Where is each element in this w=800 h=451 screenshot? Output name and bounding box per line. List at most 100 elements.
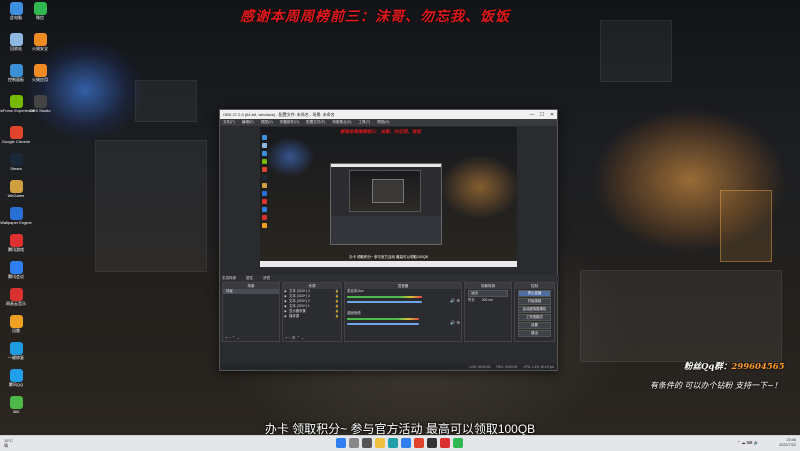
control-button[interactable]: 停止直播 (518, 290, 551, 297)
status-item: CPU: 1.5%, 60.00 fps (523, 365, 554, 369)
weather-widget[interactable]: 19°C 晴 (4, 438, 13, 448)
control-button[interactable]: 退出 (518, 330, 551, 337)
volume-meter (347, 296, 423, 298)
app-icon (33, 33, 47, 46)
no-source-label: 未选择源 (222, 276, 236, 280)
taskbar-app-explorer-icon[interactable] (375, 438, 385, 448)
preview-taskbar (260, 261, 517, 267)
desktop-icon[interactable]: OBS Studio (25, 95, 55, 123)
obs-menu-item[interactable]: 文件(F) (223, 120, 235, 125)
control-button[interactable]: 工作室模式 (518, 314, 551, 321)
obs-title-bar[interactable]: OBS 27.2.4 (64-bit, windows) - 配置文件: 未命名… (220, 110, 557, 119)
duration-input[interactable]: 300 ms (482, 298, 493, 302)
desktop-icon-label: 网易云音乐 (6, 301, 26, 306)
preview-nested-docks (331, 216, 441, 244)
status-item: LIVE: 00:00:00 (469, 365, 491, 369)
taskbar-app-wechat-icon[interactable] (453, 438, 463, 448)
desktop-icon[interactable]: Steam (1, 153, 31, 181)
maximize-icon[interactable]: ☐ (537, 110, 547, 119)
desktop-icon-label: 一键修复 (8, 355, 24, 360)
taskbar-app-netease-icon[interactable] (440, 438, 450, 448)
scene-item[interactable]: 场景 (223, 289, 279, 294)
filters-button[interactable]: 滤镜 (263, 276, 270, 281)
control-button[interactable]: 设置 (518, 322, 551, 329)
wallpaper-stairs (580, 270, 782, 362)
transition-duration-row: 时长 300 ms (465, 298, 511, 303)
obs-menu-item[interactable]: 停靠部件(D) (280, 120, 299, 125)
speaker-icon[interactable]: 🔊 (450, 320, 455, 325)
obs-title-text: OBS 27.2.4 (64-bit, windows) - 配置文件: 未命名… (223, 111, 335, 117)
obs-menu-item[interactable]: 工具(T) (358, 120, 370, 125)
obs-menu-item[interactable]: 视图(V) (261, 120, 273, 125)
desktop-icon-label: Google Chrome (1, 139, 31, 144)
source-add-remove-icons[interactable]: + − ⚙ ⌃ ⌄ (285, 335, 304, 340)
scene-add-remove-icons[interactable]: + − ⌃ ⌄ (225, 335, 240, 340)
preview-nested-obs-window (330, 163, 442, 245)
scenes-dock: 场景 场景 + − ⌃ ⌄ (222, 282, 280, 342)
desktop-icon[interactable]: 一键修复 (1, 342, 31, 370)
desktop-icon[interactable]: 腾讯游戏 (1, 234, 31, 262)
source-name: 媒体源 (289, 314, 300, 318)
desktop-icon[interactable]: Wallpaper Engine (0, 207, 32, 235)
obs-docks: 场景 场景 + − ⌃ ⌄ 来源 ◉ 文本 (GDI+) 4 🔒 ◉ 文本 (GDI+)… (220, 282, 557, 342)
desktop-icon-label: 腾讯游戏 (8, 247, 24, 252)
transition-type-select[interactable]: 淡出 (468, 290, 508, 297)
app-icon (9, 288, 23, 301)
desktop-icon[interactable]: 火绒安全 (25, 33, 55, 61)
speaker-icon[interactable]: 🔊 (450, 298, 455, 303)
obs-status-bar: LIVE: 00:00:00 REC: 00:00:00 CPU: 1.5%, 60… (220, 364, 557, 370)
gear-icon[interactable]: ⚙ (456, 298, 460, 303)
app-icon (9, 207, 23, 220)
lock-icon[interactable]: 🔒 (335, 314, 339, 319)
taskbar-app-store-icon[interactable] (401, 438, 411, 448)
desktop-icon[interactable]: 火绒应用 (25, 64, 55, 92)
app-icon (9, 33, 23, 46)
desktop-icon-label: 控制面板 (8, 77, 24, 82)
taskbar-app-chrome-icon[interactable] (414, 438, 424, 448)
gear-icon[interactable]: ⚙ (456, 320, 460, 325)
taskbar-app-search-icon[interactable] (349, 438, 359, 448)
properties-button[interactable]: 属性 (246, 276, 253, 281)
top-banner-text: 感谢本周周榜前三：沫哥、勿忘我、饭饭 (240, 9, 510, 25)
desktop-icon[interactable]: 腾讯会议 (1, 261, 31, 289)
obs-preview-canvas[interactable]: 感谢本周周榜前三：沫哥、勿忘我、饭饭 办卡 领取积分~ 参与官方活动 最高可以领… (260, 127, 517, 267)
control-button[interactable]: 开始录制 (518, 298, 551, 305)
app-icon (9, 126, 23, 139)
volume-slider[interactable] (347, 301, 423, 303)
close-icon[interactable]: ✕ (547, 110, 557, 119)
taskbar-app-obs-icon[interactable] (427, 438, 437, 448)
eye-icon[interactable]: ◉ (284, 314, 287, 319)
desktop-icon-label: 腾讯会议 (8, 274, 24, 279)
windows-taskbar: 19°C 晴 ⌃ ☁ ⌨ 🔊 20:46 2022/7/22 (0, 435, 800, 451)
obs-menu-item[interactable]: 配置文件(P) (306, 120, 325, 125)
system-tray-icons[interactable]: ⌃ ☁ ⌨ 🔊 (737, 440, 758, 445)
obs-menu-item[interactable]: 场景集合(S) (332, 120, 351, 125)
desktop-icon[interactable]: Google Chrome (1, 126, 31, 154)
source-item[interactable]: ◉ 媒体源 🔒 (283, 314, 341, 319)
app-icon (9, 153, 23, 166)
minimize-icon[interactable]: — (527, 110, 537, 119)
control-button[interactable]: 启动虚拟摄像机 (518, 306, 551, 313)
fan-note-text: 有条件的 可以办个钻粉 支持一下~！ (650, 381, 782, 390)
mixer-track-name: 桌面音频 (347, 311, 361, 315)
desktop-icon[interactable]: 腾讯QQ (1, 369, 31, 397)
obs-menu-item[interactable]: 编辑(E) (242, 120, 254, 125)
taskbar-app-start-icon[interactable] (336, 438, 346, 448)
obs-menu-item[interactable]: 帮助(H) (377, 120, 389, 125)
clock-date: 2022/7/22 (779, 443, 796, 447)
taskbar-app-task-view-icon[interactable] (362, 438, 372, 448)
obs-window[interactable]: OBS 27.2.4 (64-bit, windows) - 配置文件: 未命名… (219, 109, 559, 371)
volume-slider[interactable] (347, 323, 419, 325)
app-icon (33, 64, 47, 77)
taskbar-app-edge-icon[interactable] (388, 438, 398, 448)
desktop-icon[interactable]: 微信 (25, 2, 55, 30)
clock[interactable]: 20:46 2022/7/22 (779, 438, 796, 448)
desktop-icon[interactable]: 迅雷 (1, 315, 31, 343)
app-icon (9, 369, 23, 382)
desktop-icon[interactable]: WeGame (1, 180, 31, 208)
desktop-icon-label: 火绒安全 (32, 46, 48, 51)
mixer-dock: 混音器 麦克风/Aux 🔊 ⚙ 桌面音频 🔊 ⚙ (344, 282, 462, 342)
desktop-icon[interactable]: 网易云音乐 (1, 288, 31, 316)
source-name: 显示器采集 (289, 309, 306, 313)
app-icon (33, 95, 47, 108)
